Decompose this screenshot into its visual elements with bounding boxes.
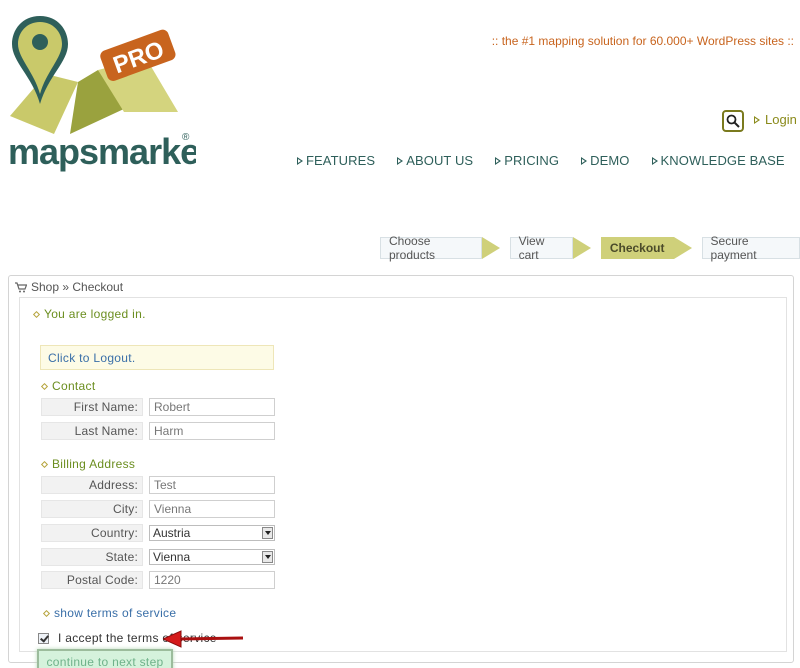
nav-item-knowledge-base[interactable]: KNOWLEDGE BASE [651, 153, 785, 168]
main-nav: FEATURES ABOUT US PRICING DEMO KNOWLEDGE… [297, 153, 785, 168]
svg-text:®: ® [182, 132, 190, 143]
accept-terms-checkbox[interactable] [38, 632, 49, 644]
bullet-icon [40, 382, 49, 390]
country-select[interactable]: Austria [149, 525, 275, 541]
checkout-steps: Choose products View cart Checkout Secur… [380, 234, 800, 262]
step-checkout: Checkout [600, 237, 674, 259]
first-name-row: First Name: Robert [41, 398, 275, 416]
triangle-right-icon [297, 156, 303, 165]
chevron-down-icon[interactable] [262, 527, 273, 539]
address-label: Address: [41, 476, 143, 494]
bullet-icon [32, 310, 41, 318]
breadcrumb: Shop » Checkout [15, 280, 123, 294]
country-label: Country: [41, 524, 143, 542]
state-row: State: Vienna [41, 548, 275, 566]
logged-in-title: You are logged in. [32, 307, 146, 321]
logout-link[interactable]: Click to Logout. [40, 345, 274, 370]
continue-button[interactable]: continue to next step [37, 649, 173, 668]
tagline: :: the #1 mapping solution for 60.000+ W… [491, 34, 794, 48]
first-name-label: First Name: [41, 398, 143, 416]
step-arrow-icon [572, 237, 591, 259]
triangle-right-icon [495, 156, 502, 165]
triangle-right-icon [397, 156, 404, 165]
bullet-icon [42, 609, 51, 617]
nav-item-pricing[interactable]: PRICING [495, 153, 559, 168]
last-name-label: Last Name: [41, 422, 143, 440]
triangle-right-icon [581, 156, 588, 165]
breadcrumb-text: Shop » Checkout [31, 280, 124, 294]
postal-code-label: Postal Code: [41, 571, 143, 589]
last-name-row: Last Name: Harm [41, 422, 275, 440]
last-name-input[interactable]: Harm [149, 422, 275, 440]
login-label: Login [765, 112, 797, 127]
chevron-down-icon[interactable] [262, 551, 273, 563]
first-name-input[interactable]: Robert [149, 398, 275, 416]
country-row: Country: Austria [41, 524, 275, 542]
shop-panel: Shop » Checkout You are logged in. Click… [8, 275, 794, 668]
bullet-icon [40, 460, 49, 468]
city-row: City: Vienna [41, 500, 275, 518]
step-choose-products[interactable]: Choose products [380, 234, 482, 262]
mapsmarker-logo[interactable]: PRO mapsmarker ® [6, 12, 196, 182]
address-input[interactable]: Test [149, 476, 275, 494]
cart-icon [15, 281, 27, 292]
step-view-cart[interactable]: View cart [509, 234, 573, 262]
step-secure-payment: Secure payment [701, 234, 800, 262]
step-arrow-icon [481, 237, 500, 259]
nav-item-features[interactable]: FEATURES [297, 153, 375, 168]
logo-wordmark: mapsmarker [8, 131, 196, 172]
search-icon [726, 114, 740, 128]
nav-item-demo[interactable]: DEMO [581, 153, 629, 168]
login-link[interactable]: Login [754, 112, 797, 127]
search-button[interactable] [722, 110, 744, 132]
postal-code-input[interactable]: 1220 [149, 571, 275, 589]
red-arrow-annotation [163, 630, 244, 648]
state-label: State: [41, 548, 143, 566]
triangle-right-icon [651, 156, 658, 165]
postal-code-row: Postal Code: 1220 [41, 571, 275, 589]
checkout-form: You are logged in. Click to Logout. Cont… [19, 297, 787, 668]
city-label: City: [41, 500, 143, 518]
nav-item-about-us[interactable]: ABOUT US [397, 153, 473, 168]
address-row: Address: Test [41, 476, 275, 494]
city-input[interactable]: Vienna [149, 500, 275, 518]
show-terms-link[interactable]: show terms of service [42, 606, 176, 620]
step-arrow-icon [673, 237, 692, 259]
state-select[interactable]: Vienna [149, 549, 275, 565]
triangle-right-icon [754, 115, 760, 124]
contact-title: Contact [40, 379, 95, 393]
billing-title: Billing Address [40, 457, 135, 471]
